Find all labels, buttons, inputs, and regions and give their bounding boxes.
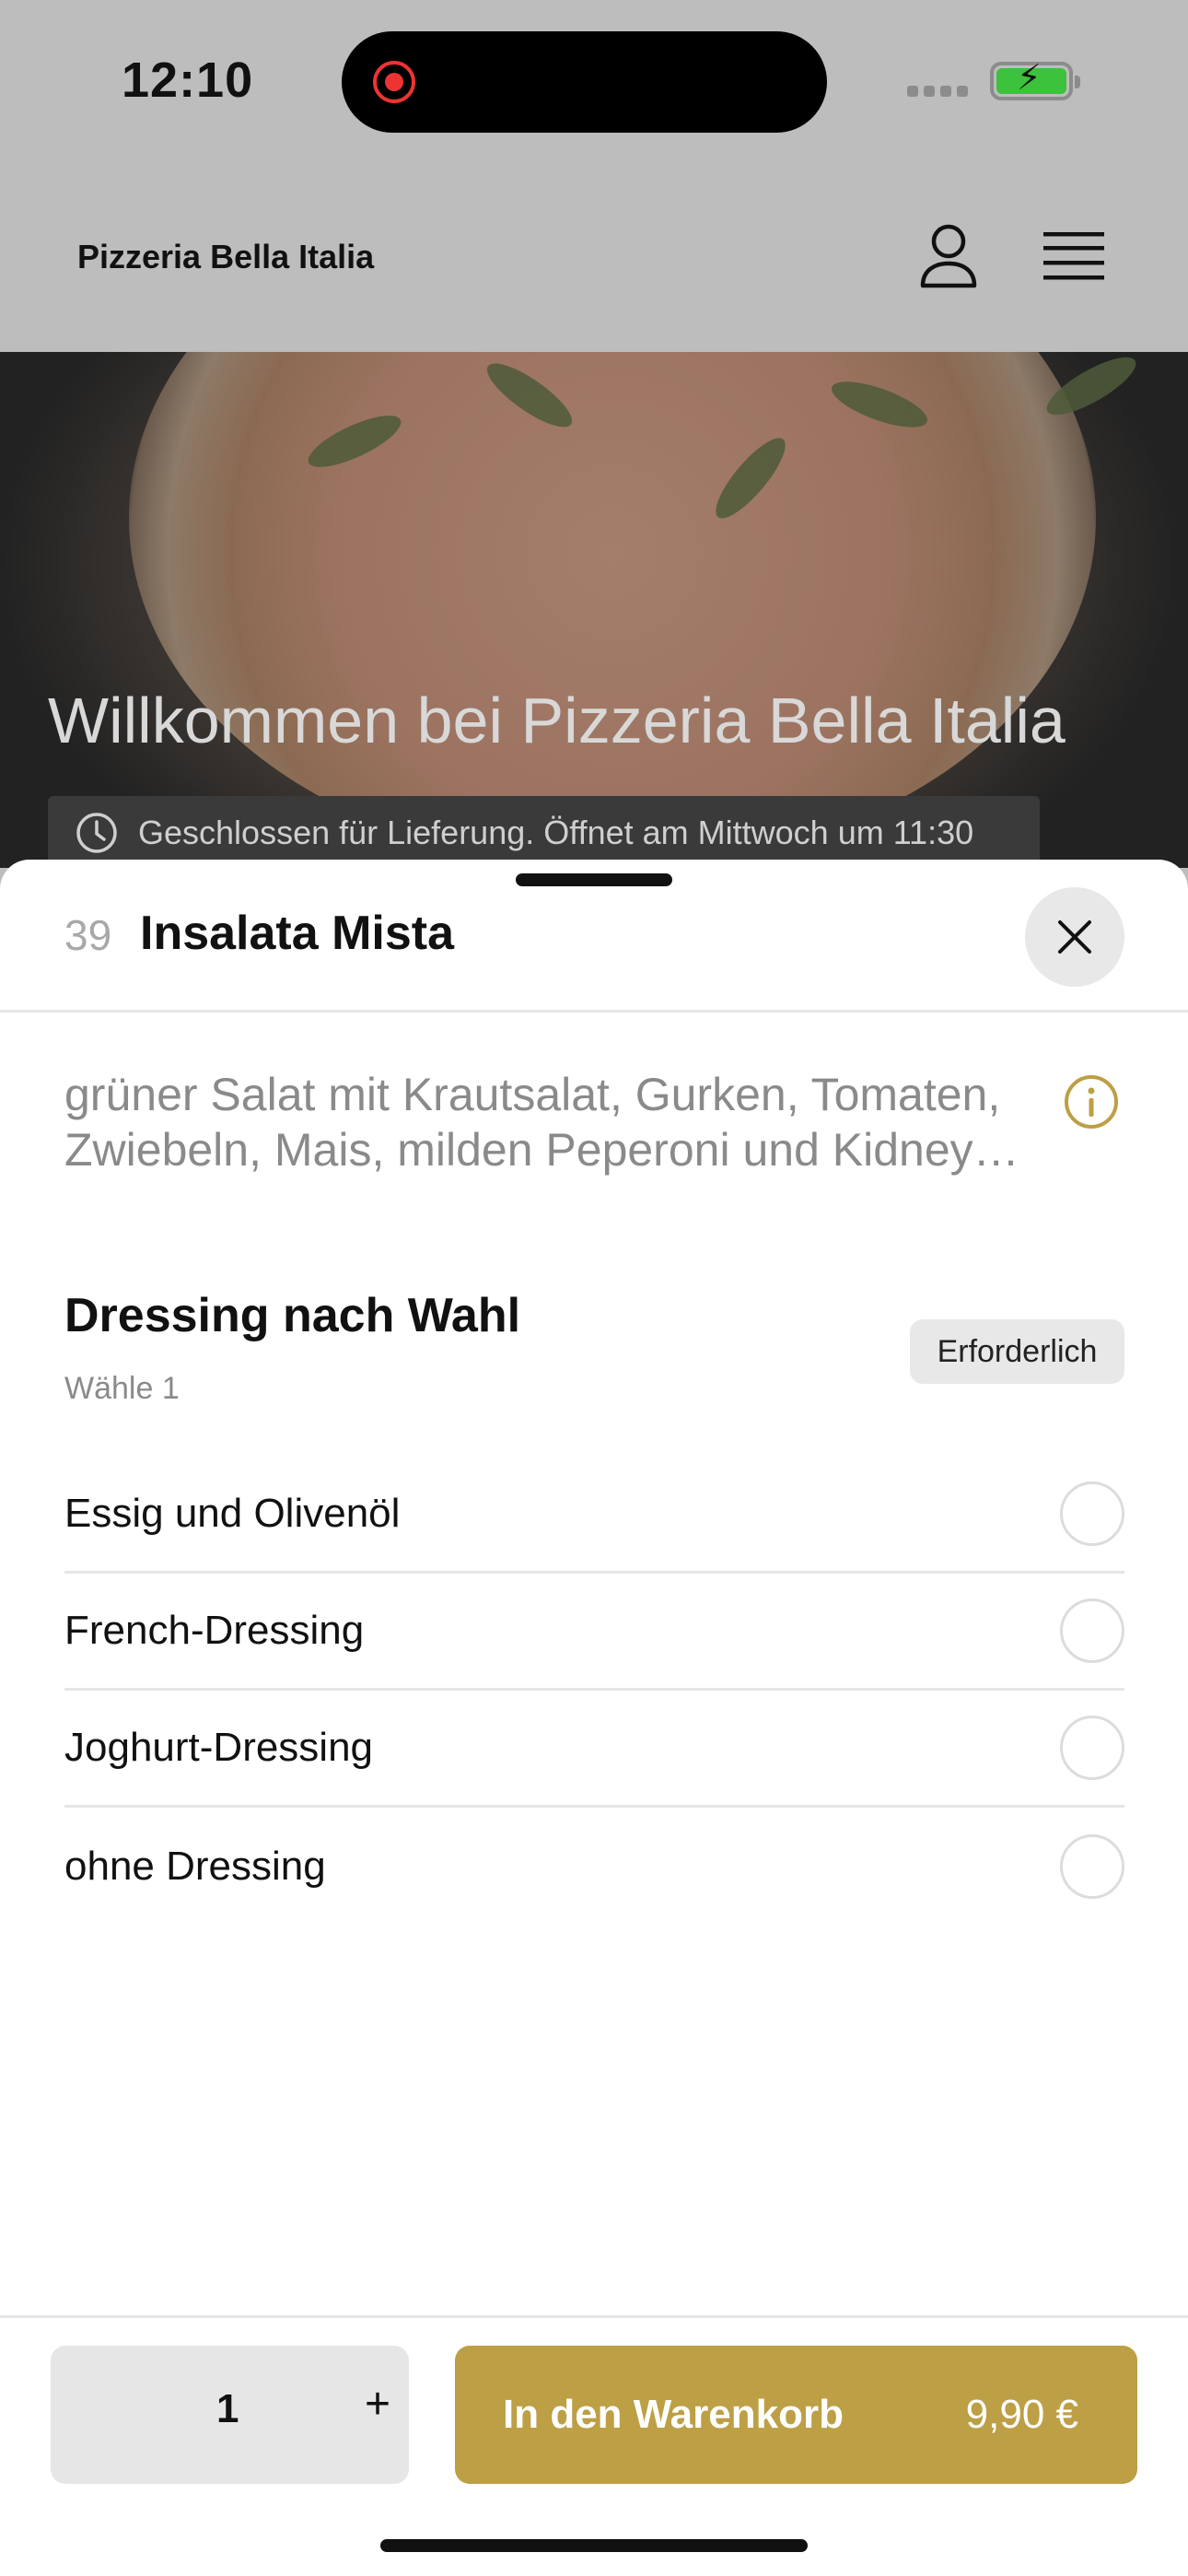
radio-button[interactable]	[1060, 1598, 1124, 1663]
home-indicator[interactable]	[380, 2539, 808, 2552]
add-to-cart-button[interactable]: In den Warenkorb 9,90 €	[455, 2346, 1137, 2484]
option-row[interactable]: Essig und Olivenöl	[64, 1457, 1124, 1574]
pizza-image	[129, 352, 1096, 868]
hero-title: Willkommen bei Pizzeria Bella Italia	[48, 685, 1066, 756]
option-row[interactable]: French-Dressing	[64, 1574, 1124, 1691]
option-row[interactable]: ohne Dressing	[64, 1808, 1124, 1925]
item-title: Insalata Mista	[140, 907, 455, 960]
option-group-subtitle: Wähle 1	[64, 1371, 180, 1406]
option-row[interactable]: Joghurt-Dressing	[64, 1691, 1124, 1808]
menu-icon[interactable]	[1043, 230, 1104, 282]
option-label: French-Dressing	[64, 1608, 365, 1653]
status-bar: 12:10 ⚡	[0, 0, 1188, 175]
quantity-stepper: 1 +	[51, 2346, 409, 2484]
quantity-value: 1	[216, 2386, 239, 2431]
hero-banner: Willkommen bei Pizzeria Bella Italia Ges…	[0, 352, 1188, 868]
item-description: grüner Salat mit Krautsalat, Gurken, Tom…	[64, 1069, 1019, 1176]
site-header: Pizzeria Bella Italia	[0, 175, 1188, 352]
option-group-title: Dressing nach Wahl	[64, 1289, 521, 1342]
brand-name[interactable]: Pizzeria Bella Italia	[77, 238, 374, 276]
add-to-cart-label: In den Warenkorb	[503, 2392, 844, 2437]
radio-button[interactable]	[1060, 1715, 1124, 1780]
opening-hours-text: Geschlossen für Lieferung. Öffnet am Mit…	[138, 814, 974, 851]
sheet-footer: 1 + In den Warenkorb 9,90 €	[0, 2315, 1188, 2576]
user-icon[interactable]	[919, 223, 978, 289]
increment-button[interactable]: +	[359, 2383, 396, 2427]
dressing-options-list: Essig und Olivenöl French-Dressing Joghu…	[64, 1457, 1124, 1925]
item-number: 39	[64, 911, 112, 959]
item-price: 9,90 €	[965, 2392, 1078, 2437]
required-badge: Erforderlich	[910, 1319, 1124, 1384]
radio-button[interactable]	[1060, 1481, 1124, 1546]
info-icon[interactable]	[1064, 1074, 1119, 1130]
option-label: ohne Dressing	[64, 1843, 326, 1889]
item-detail-sheet: 39 Insalata Mista grüner Salat mit Kraut…	[0, 860, 1188, 2576]
dynamic-island	[342, 31, 827, 133]
option-label: Essig und Olivenöl	[64, 1491, 401, 1536]
battery-icon: ⚡	[990, 61, 1080, 100]
close-button[interactable]	[1025, 887, 1124, 987]
header-divider	[0, 1010, 1188, 1013]
close-icon	[1058, 920, 1091, 954]
signal-icon	[907, 86, 968, 97]
recording-icon	[373, 61, 415, 103]
option-label: Joghurt-Dressing	[64, 1725, 374, 1770]
radio-button[interactable]	[1060, 1833, 1124, 1899]
clock-icon	[76, 813, 117, 853]
opening-hours-notice: Geschlossen für Lieferung. Öffnet am Mit…	[48, 796, 1040, 868]
status-time: 12:10	[122, 53, 254, 108]
sheet-grabber[interactable]	[516, 873, 672, 886]
